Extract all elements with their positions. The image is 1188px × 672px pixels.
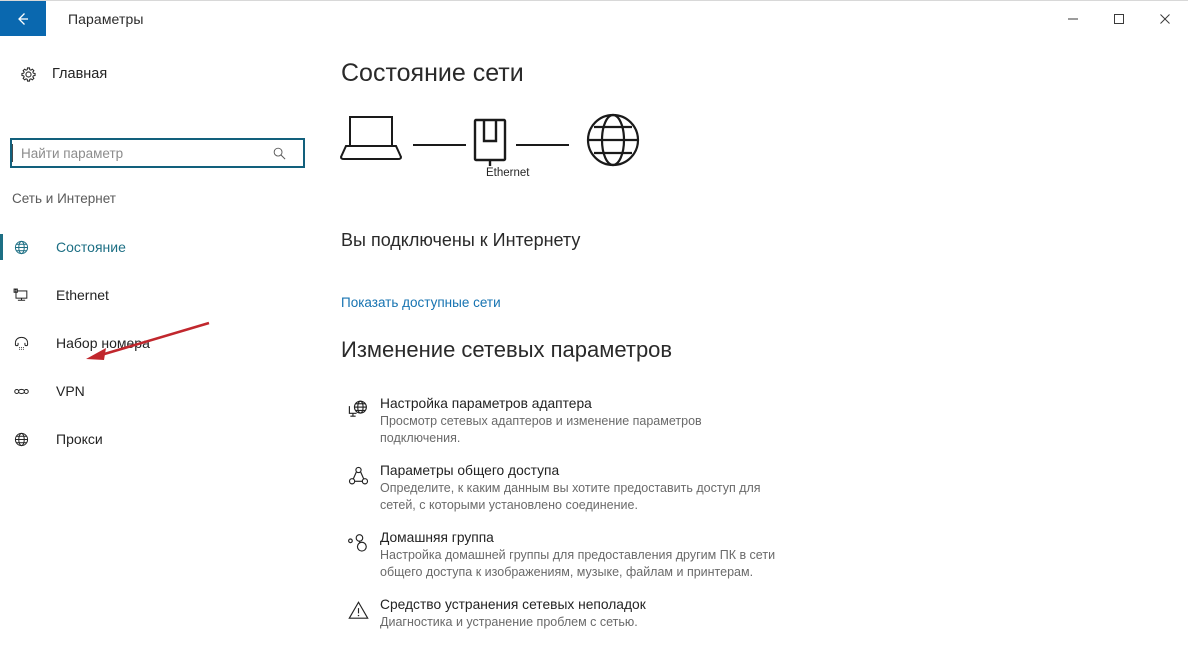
list-item-description: Определите, к каким данным вы хотите пре… — [380, 481, 761, 512]
sidebar-item-label: Ethernet — [56, 287, 109, 303]
minimize-button[interactable] — [1050, 1, 1096, 37]
sidebar-item-label: Набор номера — [56, 335, 150, 351]
sidebar-item-ethernet[interactable]: Ethernet — [0, 271, 330, 319]
monitor-icon — [12, 286, 46, 305]
list-item-description: Просмотр сетевых адаптеров и изменение п… — [380, 414, 702, 445]
text-caret — [12, 144, 13, 162]
list-item-title: Параметры общего доступа — [380, 463, 560, 478]
list-item-title: Домашняя группа — [380, 530, 494, 545]
sidebar-item-status[interactable]: Состояние — [0, 223, 330, 271]
settings-window: Параметры Главная Найти параметр Сеть и … — [0, 0, 1188, 672]
sidebar: Главная Сеть и Интернет — [0, 37, 330, 672]
page-title: Состояние сети — [341, 59, 524, 87]
window-controls — [1050, 1, 1188, 37]
sidebar-home-label: Главная — [52, 66, 108, 82]
diagram-connection-label: Ethernet — [486, 167, 530, 179]
list-item-network-troubleshooter[interactable]: Средство устранения сетевых неполадок Ди… — [336, 595, 806, 631]
sidebar-item-vpn[interactable]: VPN — [0, 367, 330, 415]
phone-icon — [12, 334, 46, 353]
window-title: Параметры — [68, 11, 144, 27]
section-title: Изменение сетевых параметров — [341, 337, 673, 362]
sidebar-item-home[interactable]: Главная — [8, 57, 208, 91]
maximize-button[interactable] — [1096, 1, 1142, 37]
settings-list: Настройка параметров адаптера Просмотр с… — [336, 394, 806, 645]
sidebar-item-proxy[interactable]: Прокси — [0, 415, 330, 463]
sharing-icon — [336, 461, 380, 514]
sidebar-item-label: Состояние — [56, 239, 126, 255]
globe-icon — [12, 238, 46, 257]
sidebar-item-dialup[interactable]: Набор номера — [0, 319, 330, 367]
search-input[interactable] — [12, 140, 264, 166]
ethernet-port-icon — [473, 118, 507, 166]
warning-triangle-icon — [336, 595, 380, 631]
sidebar-group-label: Сеть и Интернет — [12, 191, 116, 206]
list-item-homegroup[interactable]: Домашняя группа Настройка домашней групп… — [336, 528, 806, 581]
vpn-link-icon — [12, 382, 46, 401]
search-box[interactable] — [10, 138, 305, 168]
show-available-networks-link[interactable]: Показать доступные сети — [341, 295, 501, 310]
homegroup-icon — [336, 528, 380, 581]
back-arrow-icon — [18, 12, 28, 25]
search-icon[interactable] — [264, 140, 294, 166]
back-button[interactable] — [0, 1, 46, 36]
list-item-description: Настройка домашней группы для предоставл… — [380, 548, 776, 579]
list-item-sharing-options[interactable]: Параметры общего доступа Определите, к к… — [336, 461, 806, 514]
globe-icon — [12, 430, 46, 449]
minimize-icon — [1068, 18, 1078, 20]
list-item-description: Диагностика и устранение проблем с сетью… — [380, 615, 638, 629]
globe-icon — [586, 113, 640, 167]
laptop-icon — [339, 116, 403, 160]
list-item-adapter-settings[interactable]: Настройка параметров адаптера Просмотр с… — [336, 394, 806, 447]
sidebar-nav: Состояние Ethernet Набор номера VPN Прок… — [0, 223, 330, 463]
main-content: Состояние сети Ethernet Вы подключены к … — [330, 37, 1188, 672]
sidebar-item-label: Прокси — [56, 431, 103, 447]
sidebar-item-label: VPN — [56, 383, 85, 399]
maximize-icon — [1114, 14, 1124, 24]
close-icon — [1160, 14, 1170, 24]
close-button[interactable] — [1142, 1, 1188, 37]
title-bar: Параметры — [0, 1, 1188, 37]
connection-status-text: Вы подключены к Интернету — [341, 230, 581, 250]
list-item-title: Настройка параметров адаптера — [380, 396, 592, 411]
list-item-title: Средство устранения сетевых неполадок — [380, 597, 646, 612]
network-diagram: Ethernet — [338, 107, 668, 197]
adapter-settings-icon — [336, 394, 380, 447]
gear-icon — [8, 65, 48, 84]
